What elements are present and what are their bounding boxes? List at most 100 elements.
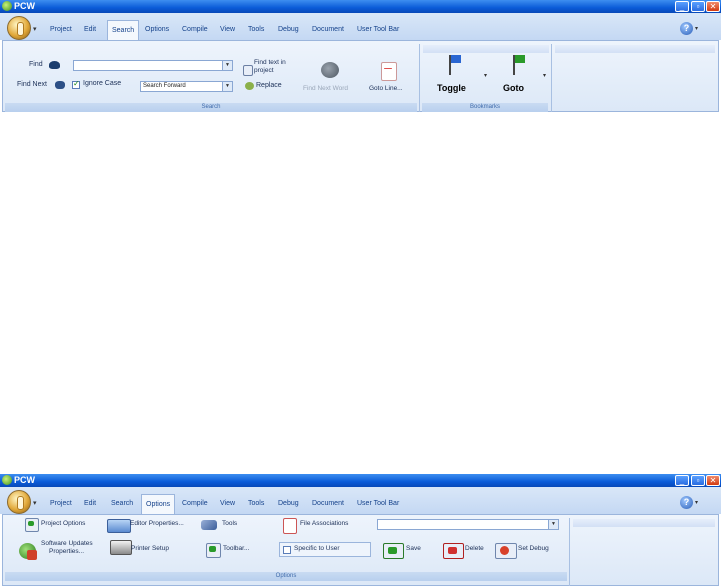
chevron-down-icon[interactable]: ▼ [222, 82, 232, 91]
tab-tools[interactable]: Tools [248, 23, 264, 37]
set-debug-button[interactable]: Set Debug [518, 545, 549, 552]
delete-button[interactable]: Delete [465, 545, 484, 552]
tab-tools[interactable]: Tools [248, 497, 264, 511]
tab-compile[interactable]: Compile [182, 23, 208, 37]
bookmarks-header-strip [423, 45, 549, 53]
tab-options[interactable]: Options [141, 494, 176, 514]
chevron-down-icon[interactable]: ▾ [695, 25, 698, 32]
app-icon [2, 475, 12, 485]
find-in-project-icon [243, 65, 253, 76]
search-group-caption: Search [5, 103, 417, 112]
tools-icon [201, 520, 217, 530]
binoculars-icon [49, 61, 60, 69]
tab-project[interactable]: Project [50, 23, 72, 37]
help-icon[interactable]: ? [680, 22, 693, 35]
software-updates-button-line2[interactable]: Properties... [49, 548, 84, 555]
application-menu-orb[interactable] [7, 490, 31, 514]
checkmark-icon [28, 521, 34, 526]
chevron-down-icon[interactable]: ▼ [222, 61, 232, 70]
find-next-word-icon [321, 62, 339, 78]
close-button[interactable]: ✕ [706, 475, 720, 486]
window-title: PCW [14, 1, 35, 11]
goto-bookmark-button[interactable]: Goto [503, 83, 524, 93]
chevron-down-icon[interactable]: ▼ [548, 520, 558, 529]
green-flag-icon [515, 55, 525, 63]
bookmarks-group-caption: Bookmarks [422, 103, 548, 112]
specific-to-user-box: Specific to User [279, 542, 371, 557]
replace-button[interactable]: Replace [256, 82, 282, 89]
update-badge-icon [27, 550, 37, 560]
options-group-caption: Options [5, 572, 567, 581]
window-options: PCW _ ▫ ✕ ▾ Project Edit Search Options … [0, 474, 721, 588]
group-separator [419, 44, 420, 112]
tab-project[interactable]: Project [50, 497, 72, 511]
tab-view[interactable]: View [220, 497, 235, 511]
blue-flag-icon [451, 55, 461, 63]
title-bar: PCW _ ▫ ✕ [0, 474, 721, 487]
ribbon-tab-row: ▾ Project Edit Search Options Compile Vi… [0, 487, 721, 514]
tab-debug[interactable]: Debug [278, 497, 299, 511]
chevron-down-icon[interactable]: ▾ [695, 499, 698, 506]
tools-button[interactable]: Tools [222, 520, 237, 527]
chevron-down-icon[interactable]: ▾ [33, 25, 37, 33]
tab-view[interactable]: View [220, 23, 235, 37]
group-separator [569, 518, 570, 586]
app-icon [2, 1, 12, 11]
chevron-down-icon[interactable]: ▾ [33, 499, 37, 507]
toolbar-button[interactable]: Toolbar... [223, 545, 249, 552]
ribbon-empty-strip [573, 519, 715, 527]
editor-properties-button[interactable]: Editor Properties... [130, 520, 184, 527]
group-separator [551, 44, 552, 112]
tab-search[interactable]: Search [107, 20, 140, 40]
close-button[interactable]: ✕ [706, 1, 720, 12]
find-next-word-button[interactable]: Find Next Word [303, 85, 348, 92]
specific-to-user-checkbox[interactable] [283, 546, 291, 554]
minimize-button[interactable]: _ [675, 1, 689, 12]
search-direction-value: Search Forward [143, 83, 186, 89]
debug-bug-icon [500, 546, 509, 555]
toggle-bookmark-button[interactable]: Toggle [437, 83, 466, 93]
tab-options[interactable]: Options [145, 23, 169, 37]
find-in-project-button[interactable]: Find text in project [254, 59, 298, 75]
find-button[interactable]: Find [29, 61, 43, 68]
maximize-button[interactable]: ▫ [691, 1, 705, 12]
window-title: PCW [14, 475, 35, 485]
user-settings-select[interactable]: ▼ [377, 519, 559, 530]
find-text-input[interactable]: ▼ [73, 60, 233, 71]
file-associations-button[interactable]: File Associations [300, 520, 348, 527]
save-button[interactable]: Save [406, 545, 421, 552]
search-direction-select[interactable]: Search Forward ▼ [140, 81, 233, 92]
tab-debug[interactable]: Debug [278, 23, 299, 37]
tab-edit[interactable]: Edit [84, 23, 96, 37]
ignore-case-label: Ignore Case [83, 80, 122, 87]
tab-user-tool-bar[interactable]: User Tool Bar [357, 497, 399, 511]
chevron-down-icon[interactable]: ▾ [543, 72, 546, 79]
help-icon[interactable]: ? [680, 496, 693, 509]
goto-line-icon [381, 62, 397, 81]
tab-user-tool-bar[interactable]: User Tool Bar [357, 23, 399, 37]
specific-to-user-label: Specific to User [294, 545, 340, 552]
tab-document[interactable]: Document [312, 23, 344, 37]
goto-line-button[interactable]: Goto Line... [369, 85, 403, 92]
ribbon-tab-row: ▾ Project Edit Search Options Compile Vi… [0, 13, 721, 40]
checkmark-icon [209, 546, 216, 552]
tab-document[interactable]: Document [312, 497, 344, 511]
software-updates-button[interactable]: Software Updates [41, 540, 93, 547]
tab-compile[interactable]: Compile [182, 497, 208, 511]
project-options-button[interactable]: Project Options [41, 520, 85, 527]
application-menu-orb[interactable] [7, 16, 31, 40]
ignore-case-checkbox[interactable] [72, 79, 80, 89]
chevron-down-icon[interactable]: ▾ [484, 72, 487, 79]
search-ribbon-panel: Find ▼ Find Next Ignore Case Search Forw… [2, 40, 719, 112]
tab-edit[interactable]: Edit [84, 497, 96, 511]
delete-mark-icon [448, 547, 457, 554]
maximize-button[interactable]: ▫ [691, 475, 705, 486]
tab-search[interactable]: Search [111, 497, 133, 511]
disk-icon [388, 547, 397, 554]
printer-setup-button[interactable]: Printer Setup [131, 545, 169, 552]
editor-properties-icon [107, 519, 131, 533]
find-next-button[interactable]: Find Next [17, 81, 47, 88]
minimize-button[interactable]: _ [675, 475, 689, 486]
find-next-icon [55, 81, 65, 89]
ribbon-empty-strip [555, 45, 715, 53]
